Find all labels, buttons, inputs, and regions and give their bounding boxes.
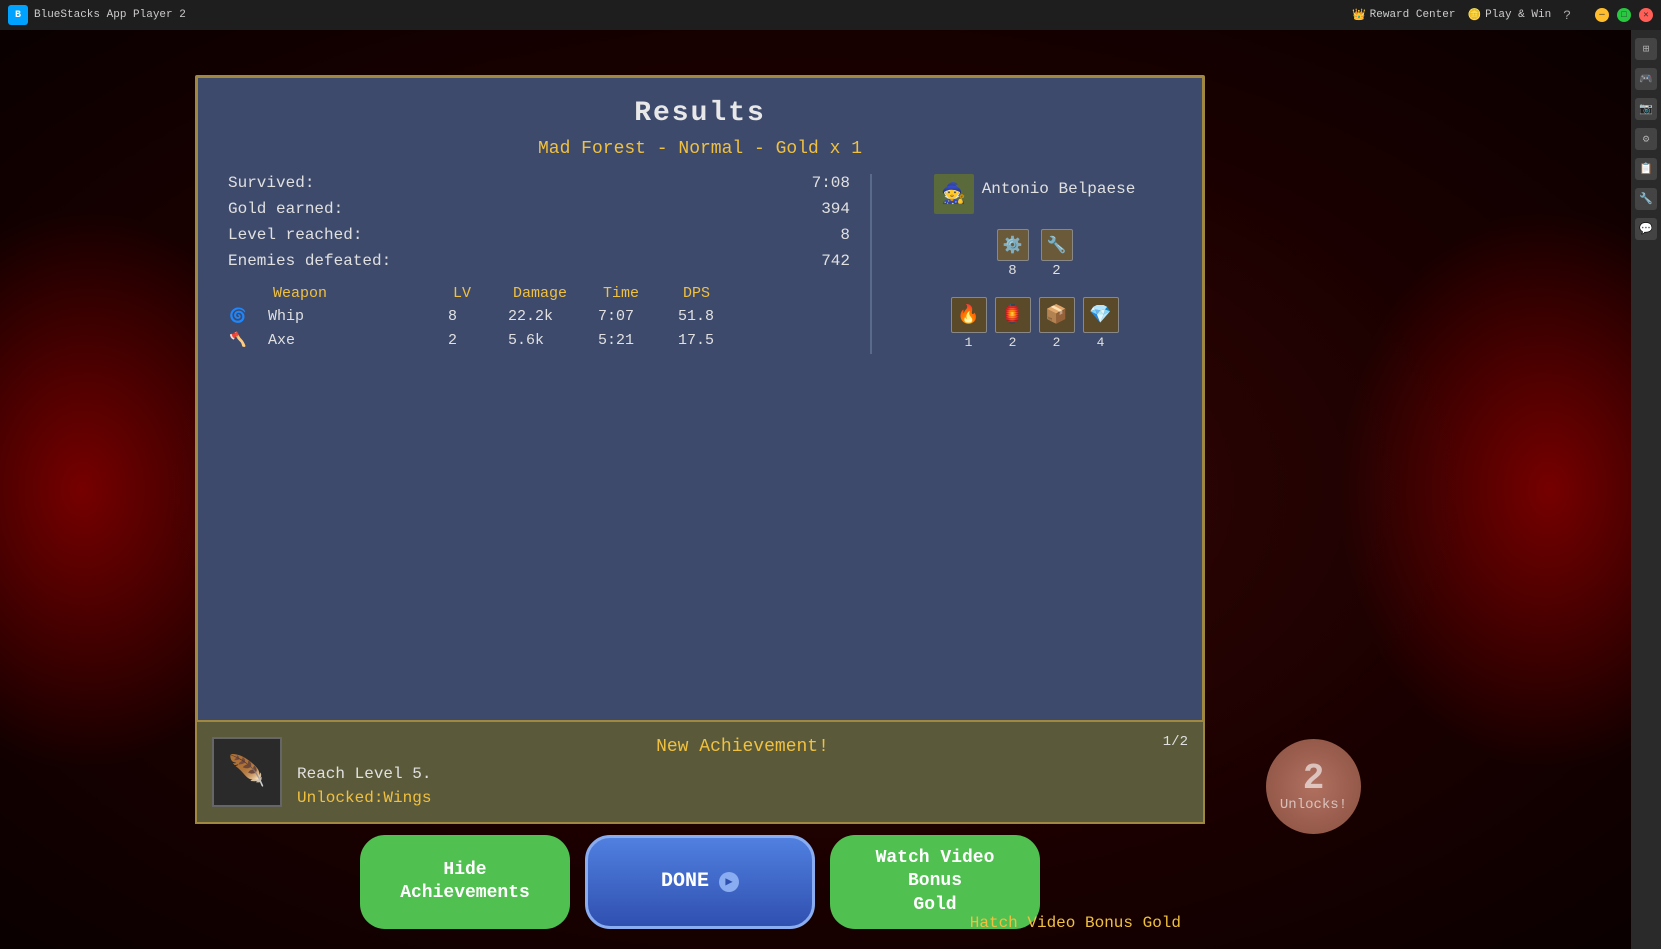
enemies-row: Enemies defeated: 742	[228, 252, 850, 270]
achievement-title: New Achievement!	[297, 737, 1188, 757]
stats-right: 🧙 Antonio Belpaese ⚙️ 8 🔧 2 🔥	[872, 174, 1172, 354]
whip-dps: 51.8	[678, 308, 748, 325]
item-icon-4: 💎	[1083, 297, 1119, 333]
powerup-row: ⚙️ 8 🔧 2	[997, 229, 1073, 279]
results-title: Results	[198, 78, 1202, 139]
dps-col-header: DPS	[683, 285, 753, 302]
app-title: BlueStacks App Player 2	[34, 9, 1352, 21]
axe-damage: 5.6k	[508, 332, 598, 349]
wings-icon: 🪶	[228, 754, 265, 791]
achievement-icon: 🪶	[212, 737, 282, 807]
whip-icon: 🌀	[228, 306, 248, 326]
results-panel: Results Mad Forest - Normal - Gold x 1 S…	[195, 75, 1205, 755]
done-button[interactable]: DONE ▶	[585, 835, 815, 929]
powerup-count-1: 8	[1008, 263, 1016, 279]
character-header: 🧙 Antonio Belpaese	[934, 174, 1136, 214]
sidebar-icon-7[interactable]: 💬	[1635, 218, 1657, 240]
whip-damage: 22.2k	[508, 308, 598, 325]
achievement-progress: 1/2	[1163, 734, 1188, 750]
lv-col-header: LV	[453, 285, 513, 302]
achievement-panel[interactable]: 1/2 🪶 New Achievement! Reach Level 5. Un…	[195, 720, 1205, 824]
enemies-label: Enemies defeated:	[228, 252, 391, 270]
help-icon[interactable]: ?	[1563, 8, 1571, 23]
item-icon-1: 🔥	[951, 297, 987, 333]
stage-info: Mad Forest - Normal - Gold x 1	[198, 139, 1202, 159]
hide-achievements-button[interactable]: HideAchievements	[360, 835, 570, 929]
table-row: 🪓 Axe 2 5.6k 5:21 17.5	[228, 330, 850, 350]
gold-label: Gold earned:	[228, 200, 343, 218]
hatch-bonus-text: Hatch Video Bonus Gold	[970, 912, 1181, 934]
done-arrow-icon: ▶	[719, 872, 739, 892]
sidebar-icon-3[interactable]: 📷	[1635, 98, 1657, 120]
sidebar-icon-4[interactable]: ⚙	[1635, 128, 1657, 150]
unlocks-badge: 2 Unlocks!	[1266, 739, 1361, 834]
achievement-unlock: Unlocked:Wings	[297, 789, 1188, 807]
axe-icon: 🪓	[228, 330, 248, 350]
done-label: DONE	[661, 870, 709, 893]
axe-time: 5:21	[598, 332, 678, 349]
achievement-content: New Achievement! Reach Level 5. Unlocked…	[297, 737, 1188, 807]
whip-name: Whip	[268, 308, 448, 325]
maximize-button[interactable]: □	[1617, 8, 1631, 22]
damage-col-header: Damage	[513, 285, 603, 302]
item-icon-2: 🏮	[995, 297, 1031, 333]
whip-time: 7:07	[598, 308, 678, 325]
stats-left: Survived: 7:08 Gold earned: 394 Level re…	[228, 174, 872, 354]
weapon-header: Weapon LV Damage Time DPS	[228, 285, 850, 302]
survived-row: Survived: 7:08	[228, 174, 850, 192]
powerup-icon-2: 🔧	[1041, 229, 1073, 261]
crown-icon: 👑	[1352, 8, 1366, 22]
sidebar-icon-5[interactable]: 📋	[1635, 158, 1657, 180]
weapon-table: Weapon LV Damage Time DPS 🌀 Whip 8 22.2k…	[228, 285, 850, 350]
item-count-4: 4	[1097, 335, 1105, 350]
unlocks-number: 2	[1303, 761, 1325, 797]
item-count-2: 2	[1009, 335, 1017, 350]
reward-center-btn[interactable]: 👑 Reward Center	[1352, 8, 1456, 22]
weapon-col-header: Weapon	[273, 285, 453, 302]
axe-lv: 2	[448, 332, 508, 349]
play-win-btn[interactable]: 🪙 Play & Win	[1467, 8, 1551, 22]
achievement-description: Reach Level 5.	[297, 765, 1188, 783]
items-row: 🔥 1 🏮 2 📦 2 💎 4	[951, 297, 1119, 350]
game-area: Results Mad Forest - Normal - Gold x 1 S…	[0, 30, 1631, 949]
sidebar-icon-2[interactable]: 🎮	[1635, 68, 1657, 90]
window-controls: ─ □ ✕	[1595, 8, 1653, 22]
stats-section: Survived: 7:08 Gold earned: 394 Level re…	[198, 174, 1202, 354]
character-sprite: 🧙	[934, 174, 974, 214]
titlebar: B BlueStacks App Player 2 👑 Reward Cente…	[0, 0, 1661, 30]
app-logo: B	[8, 5, 28, 25]
level-label: Level reached:	[228, 226, 362, 244]
enemies-value: 742	[821, 252, 850, 270]
time-col-header: Time	[603, 285, 683, 302]
item-icon-3: 📦	[1039, 297, 1075, 333]
axe-name: Axe	[268, 332, 448, 349]
sidebar-icon-6[interactable]: 🔧	[1635, 188, 1657, 210]
axe-dps: 17.5	[678, 332, 748, 349]
gold-value: 394	[821, 200, 850, 218]
gold-row: Gold earned: 394	[228, 200, 850, 218]
right-sidebar: ⊞ 🎮 📷 ⚙ 📋 🔧 💬	[1631, 30, 1661, 949]
unlocks-label: Unlocks!	[1280, 797, 1347, 813]
survived-value: 7:08	[812, 174, 850, 192]
powerup-icon-1: ⚙️	[997, 229, 1029, 261]
character-name: Antonio Belpaese	[982, 180, 1136, 198]
table-row: 🌀 Whip 8 22.2k 7:07 51.8	[228, 306, 850, 326]
level-row: Level reached: 8	[228, 226, 850, 244]
minimize-button[interactable]: ─	[1595, 8, 1609, 22]
survived-label: Survived:	[228, 174, 314, 192]
item-count-1: 1	[965, 335, 973, 350]
coin-icon: 🪙	[1467, 8, 1481, 22]
level-value: 8	[840, 226, 850, 244]
titlebar-right: 👑 Reward Center 🪙 Play & Win ? ─ □ ✕	[1352, 8, 1653, 23]
whip-lv: 8	[448, 308, 508, 325]
powerup-count-2: 2	[1052, 263, 1060, 279]
sidebar-icon-1[interactable]: ⊞	[1635, 38, 1657, 60]
close-button[interactable]: ✕	[1639, 8, 1653, 22]
item-count-3: 2	[1053, 335, 1061, 350]
